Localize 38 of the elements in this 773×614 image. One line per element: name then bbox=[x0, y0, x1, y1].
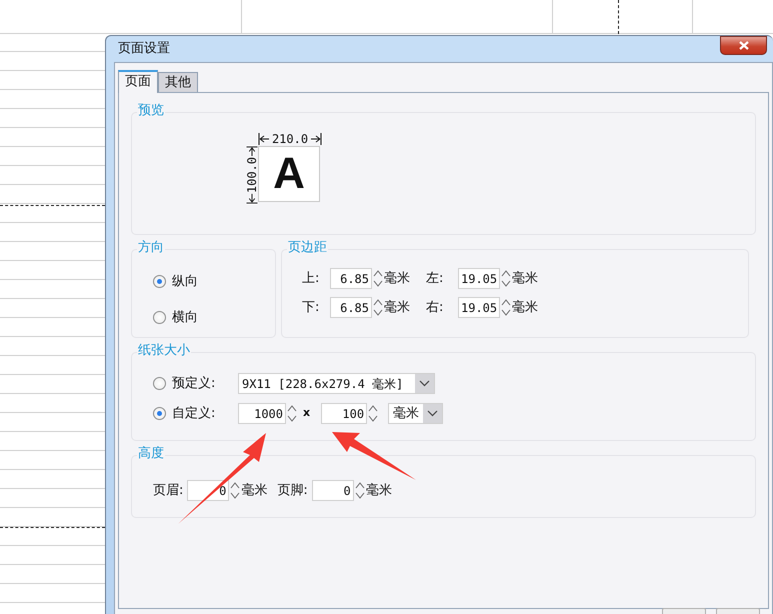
field-label: 页脚: bbox=[277, 482, 308, 500]
number-field[interactable]: 6.85 bbox=[330, 268, 372, 289]
group-title: 纸张大小 bbox=[137, 343, 191, 359]
width-dimension-label: 210.0 bbox=[272, 131, 308, 148]
field-label: 页眉: bbox=[153, 482, 184, 500]
number-field[interactable]: 0 bbox=[187, 480, 230, 501]
radio-label: 预定义: bbox=[172, 374, 216, 393]
radio-option[interactable]: 纵向 bbox=[153, 272, 275, 292]
tab[interactable]: 其他 bbox=[158, 72, 198, 92]
number-field[interactable]: 19.05 bbox=[458, 268, 500, 289]
group-title: 方向 bbox=[137, 240, 165, 256]
field-label: 右: bbox=[426, 298, 444, 317]
field-label: 左: bbox=[426, 270, 444, 288]
unit-dropdown[interactable]: 毫米 bbox=[388, 403, 444, 424]
height-dimension-label: 100.0 bbox=[244, 156, 260, 194]
radio-label: 自定义: bbox=[172, 404, 216, 423]
number-field[interactable]: 100 bbox=[321, 403, 368, 424]
page-preview: A bbox=[258, 146, 320, 202]
tab[interactable]: 页面 bbox=[118, 70, 158, 93]
unit-label: 毫米 bbox=[241, 482, 268, 500]
number-field[interactable]: 19.05 bbox=[458, 297, 500, 318]
unit-label: 毫米 bbox=[512, 270, 538, 288]
group-title: 预览 bbox=[137, 103, 165, 119]
number-field[interactable]: 0 bbox=[312, 480, 354, 501]
number-field[interactable]: 6.85 bbox=[330, 297, 372, 318]
unit-label: 毫米 bbox=[366, 482, 392, 500]
radio-option[interactable]: 横向 bbox=[153, 308, 275, 327]
field-label: 上: bbox=[302, 270, 320, 288]
preset-dropdown[interactable]: 9X11 [228.6x279.4 毫米] bbox=[238, 373, 435, 394]
window-title: 页面设置 bbox=[118, 40, 170, 58]
number-field[interactable]: 1000 bbox=[238, 403, 286, 424]
group-title: 页边距 bbox=[287, 240, 328, 256]
times-label: x bbox=[303, 405, 310, 422]
field-label: 下: bbox=[302, 298, 320, 317]
group-title: 高度 bbox=[137, 446, 165, 462]
unit-label: 毫米 bbox=[384, 270, 410, 288]
unit-label: 毫米 bbox=[512, 298, 538, 317]
unit-label: 毫米 bbox=[384, 298, 410, 317]
